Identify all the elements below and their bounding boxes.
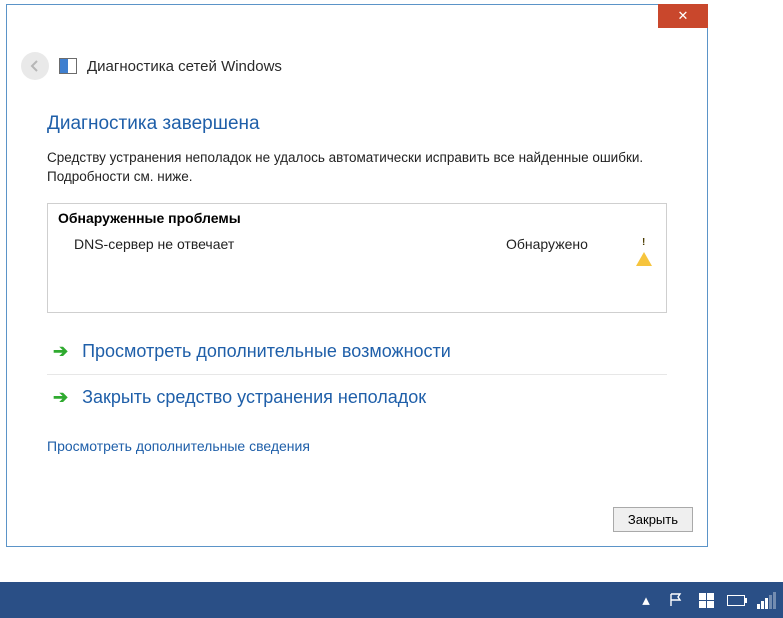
action-center-flag-icon[interactable] [667,591,685,609]
close-button[interactable]: Закрыть [613,507,693,532]
system-tray: ▴ [637,582,775,618]
battery-icon[interactable] [727,591,745,609]
problem-row: DNS-сервер не отвечает Обнаружено [48,230,666,312]
close-troubleshooter-label: Закрыть средство устранения неполадок [82,387,426,408]
explore-options-link[interactable]: ➔ Просмотреть дополнительные возможности [47,337,667,374]
nav-row: Диагностика сетей Windows [21,49,693,83]
problems-header: Обнаруженные проблемы [48,204,666,230]
window-title: Диагностика сетей Windows [87,58,282,75]
close-icon: ✕ [678,8,689,24]
network-signal-icon[interactable] [757,591,775,609]
problem-status: Обнаружено [506,236,636,252]
tray-overflow-chevron-icon[interactable]: ▴ [637,591,655,609]
page-description: Средству устранения неполадок не удалось… [47,149,667,187]
page-heading: Диагностика завершена [47,113,667,135]
titlebar: ✕ [7,5,707,39]
window-close-button[interactable]: ✕ [658,4,708,28]
back-button[interactable] [21,52,49,80]
view-details-link[interactable]: Просмотреть дополнительные сведения [47,438,667,454]
arrow-right-icon: ➔ [53,387,68,408]
taskbar: ▴ [0,582,783,618]
dialog-buttons: Закрыть [613,507,693,532]
explore-options-label: Просмотреть дополнительные возможности [82,341,451,362]
close-troubleshooter-link[interactable]: ➔ Закрыть средство устранения неполадок [47,374,667,420]
troubleshooter-app-icon [59,58,77,74]
arrow-left-icon [28,59,42,73]
warning-icon [636,236,652,252]
arrow-right-icon: ➔ [53,341,68,362]
start-button-icon[interactable] [697,591,715,609]
problem-name: DNS-сервер не отвечает [74,236,506,252]
problems-box: Обнаруженные проблемы DNS-сервер не отве… [47,203,667,313]
troubleshooter-window: ✕ Диагностика сетей Windows Диагностика … [6,4,708,547]
